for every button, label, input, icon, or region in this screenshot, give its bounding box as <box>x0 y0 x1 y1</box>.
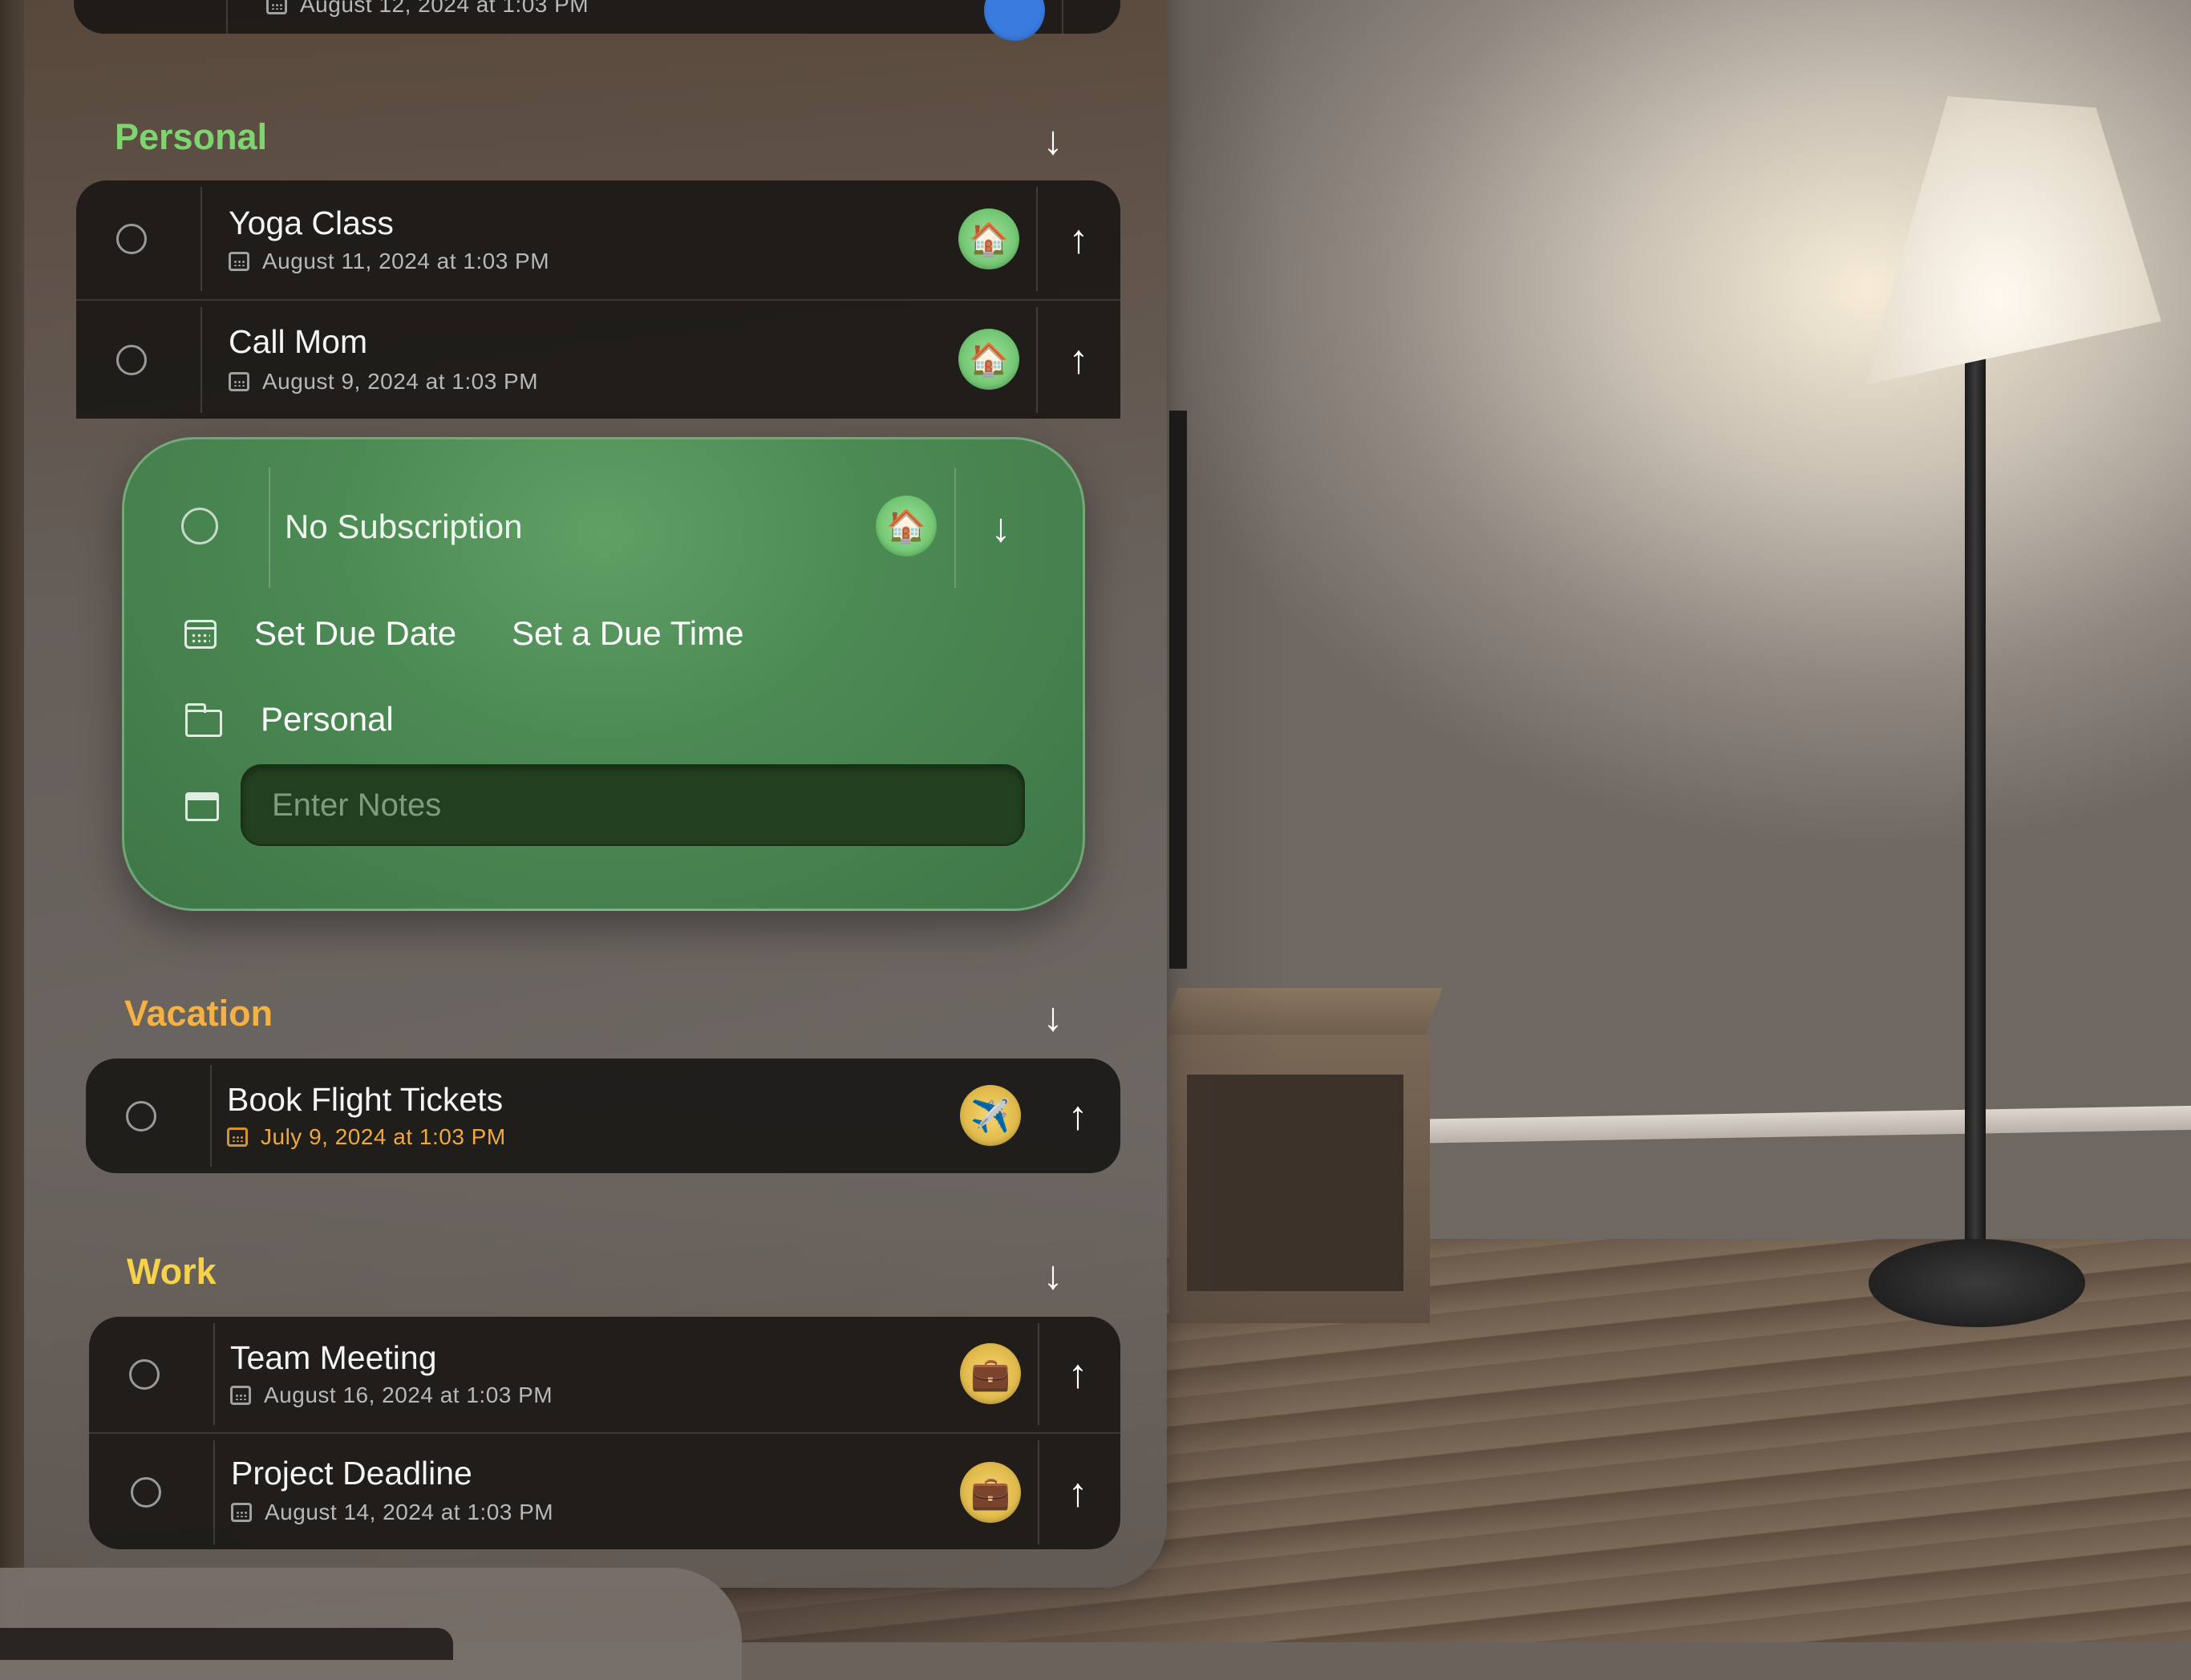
task-date-text: August 12, 2024 at 1:03 PM <box>300 0 589 17</box>
task-title: Team Meeting <box>230 1339 437 1376</box>
task-row-project-deadline[interactable]: Project Deadline August 14, 2024 at 1:03… <box>89 1432 1120 1551</box>
top-task-card: August 12, 2024 at 1:03 PM <box>74 0 1120 41</box>
task-date-text: August 9, 2024 at 1:03 PM <box>262 369 539 394</box>
bottom-panel-edge <box>0 1568 742 1680</box>
divider <box>1062 0 1063 34</box>
move-up-button[interactable]: ↑ <box>1054 1472 1102 1512</box>
divider <box>210 1065 212 1167</box>
complete-checkbox[interactable] <box>116 345 147 375</box>
personal-task-list: Yoga Class August 11, 2024 at 1:03 PM 🏠 … <box>76 180 1120 419</box>
task-row-team-meeting[interactable]: Team Meeting August 16, 2024 at 1:03 PM … <box>89 1317 1120 1431</box>
briefcase-emoji-icon: 💼 <box>960 1343 1021 1404</box>
move-up-button[interactable]: ↑ <box>1055 219 1103 259</box>
divider <box>1036 307 1038 413</box>
task-title: Project Deadline <box>231 1455 472 1492</box>
complete-checkbox[interactable] <box>131 1477 161 1508</box>
collapse-personal-button[interactable]: ↓ <box>1029 120 1077 160</box>
divider <box>200 187 202 291</box>
airplane-emoji-icon: ✈️ <box>960 1085 1021 1146</box>
divider <box>200 307 202 413</box>
divider <box>213 1440 215 1544</box>
complete-checkbox[interactable] <box>181 508 218 544</box>
arrow-up-icon: ↑ <box>1068 337 1089 382</box>
divider <box>226 0 228 34</box>
lamp-base <box>1869 1239 2085 1327</box>
task-date-text: August 11, 2024 at 1:03 PM <box>262 249 550 273</box>
task-date-text: August 16, 2024 at 1:03 PM <box>264 1382 553 1407</box>
task-date: July 9, 2024 at 1:03 PM <box>227 1124 506 1150</box>
section-title-vacation: Vacation <box>124 993 273 1034</box>
notes-icon <box>185 792 219 821</box>
set-due-date-button[interactable]: Set Due Date <box>254 614 456 653</box>
divider <box>954 468 956 588</box>
arrow-up-icon: ↑ <box>1067 1470 1088 1515</box>
task-date-text: July 9, 2024 at 1:03 PM <box>261 1124 506 1149</box>
arrow-up-icon: ↑ <box>1068 217 1089 261</box>
briefcase-emoji-icon: 💼 <box>960 1462 1021 1523</box>
task-date-text: August 14, 2024 at 1:03 PM <box>265 1500 554 1524</box>
house-emoji-icon[interactable]: 🏠 <box>876 496 937 557</box>
calendar-icon <box>266 0 287 14</box>
task-row-call-mom[interactable]: Call Mom August 9, 2024 at 1:03 PM 🏠 ↑ <box>76 299 1120 419</box>
calendar-icon <box>229 252 249 271</box>
category-selector[interactable]: Personal <box>261 700 394 739</box>
task-row-book-flight-tickets[interactable]: Book Flight Tickets July 9, 2024 at 1:03… <box>86 1059 1120 1173</box>
task-row-yoga-class[interactable]: Yoga Class August 11, 2024 at 1:03 PM 🏠 … <box>76 180 1120 298</box>
arrow-up-icon: ↑ <box>1067 1093 1088 1138</box>
task-date: August 14, 2024 at 1:03 PM <box>231 1500 553 1525</box>
complete-checkbox[interactable] <box>126 1101 156 1131</box>
set-due-time-button[interactable]: Set a Due Time <box>512 614 743 653</box>
house-emoji-icon: 🏠 <box>958 329 1019 390</box>
folder-icon <box>185 703 222 737</box>
move-up-button[interactable]: ↑ <box>1054 1354 1102 1394</box>
expanded-task-card: No Subscription 🏠 ↓ Set Due Date Set a D… <box>122 437 1085 911</box>
task-title: Book Flight Tickets <box>227 1081 504 1118</box>
section-title-work: Work <box>127 1251 217 1292</box>
divider <box>1038 1323 1039 1425</box>
move-up-button[interactable]: ↑ <box>1054 1095 1102 1136</box>
task-date: August 9, 2024 at 1:03 PM <box>229 369 538 395</box>
calendar-icon <box>227 1127 248 1147</box>
calendar-icon <box>231 1503 252 1522</box>
arrow-down-icon: ↓ <box>1043 1253 1063 1297</box>
bottom-panel-inner <box>0 1628 453 1660</box>
task-title: Call Mom <box>229 323 368 360</box>
arrow-down-icon: ↓ <box>1043 118 1063 163</box>
category-badge <box>984 0 1045 41</box>
divider <box>1036 187 1038 291</box>
collapse-vacation-button[interactable]: ↓ <box>1029 997 1077 1037</box>
complete-checkbox[interactable] <box>116 224 147 254</box>
divider <box>213 1323 215 1425</box>
divider <box>269 468 270 588</box>
arrow-down-icon: ↓ <box>990 505 1011 550</box>
notes-input[interactable] <box>241 764 1025 846</box>
work-task-list: Team Meeting August 16, 2024 at 1:03 PM … <box>89 1317 1120 1549</box>
calendar-icon <box>230 1386 251 1405</box>
task-date: August 11, 2024 at 1:03 PM <box>229 249 549 274</box>
house-emoji-icon: 🏠 <box>958 208 1019 269</box>
calendar-icon <box>229 372 249 391</box>
vacation-task-list: Book Flight Tickets July 9, 2024 at 1:03… <box>86 1059 1120 1173</box>
move-up-button[interactable]: ↑ <box>1055 339 1103 379</box>
complete-checkbox[interactable] <box>129 1359 160 1390</box>
task-date: August 16, 2024 at 1:03 PM <box>230 1382 553 1408</box>
move-down-button[interactable]: ↓ <box>977 508 1025 548</box>
lamp-pole <box>1965 309 1986 1271</box>
task-title[interactable]: No Subscription <box>285 508 522 546</box>
arrow-down-icon: ↓ <box>1043 994 1063 1039</box>
divider <box>1038 1440 1039 1544</box>
task-date: August 12, 2024 at 1:03 PM <box>266 0 589 18</box>
section-title-personal: Personal <box>115 116 268 157</box>
window-edge <box>0 0 24 1642</box>
arrow-up-icon: ↑ <box>1067 1351 1088 1396</box>
task-title: Yoga Class <box>229 204 394 241</box>
collapse-work-button[interactable]: ↓ <box>1029 1255 1077 1295</box>
calendar-icon <box>184 620 217 649</box>
